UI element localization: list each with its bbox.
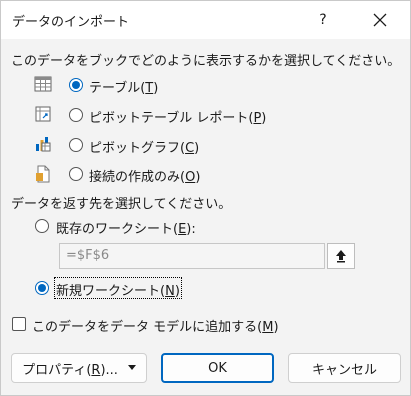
dialog-title: データのインポート: [12, 15, 130, 30]
import-data-dialog: データのインポート ? このデータをブックでどのように表示するかを選択してくださ…: [0, 0, 411, 396]
properties-label: プロパティ(R)...: [22, 362, 118, 378]
cell-reference-input[interactable]: =$F$6: [59, 243, 325, 269]
cancel-button[interactable]: キャンセル: [288, 353, 401, 383]
dialog-body: このデータをブックでどのように表示するかを選択してください。 テーブル(T) ピ…: [1, 39, 410, 395]
pivottable-icon: [35, 106, 51, 122]
view-pivottable-label[interactable]: ピボットテーブル レポート(P): [89, 107, 266, 126]
close-icon: [373, 13, 387, 27]
view-pivotchart-label[interactable]: ピボットグラフ(C): [89, 137, 199, 156]
view-connection-only-radio[interactable]: [69, 167, 83, 181]
help-button[interactable]: ?: [301, 1, 345, 39]
pivotchart-icon: [36, 137, 51, 152]
existing-worksheet-label[interactable]: 既存のワークシート(E):: [56, 218, 196, 237]
close-button[interactable]: [357, 1, 403, 39]
connection-only-icon: [36, 165, 50, 183]
title-bar: データのインポート ?: [1, 1, 410, 39]
add-to-data-model-label[interactable]: このデータをデータ モデルに追加する(M): [32, 316, 279, 335]
view-pivotchart-radio[interactable]: [69, 138, 83, 152]
view-pivottable-radio[interactable]: [69, 108, 83, 122]
view-connection-only-label[interactable]: 接続の作成のみ(O): [89, 166, 200, 185]
dropdown-arrow-icon: [127, 365, 136, 370]
ok-button[interactable]: OK: [161, 353, 274, 383]
new-worksheet-radio[interactable]: [35, 281, 49, 295]
view-table-radio[interactable]: [69, 78, 83, 92]
help-icon: ?: [319, 12, 327, 28]
view-prompt-label: このデータをブックでどのように表示するかを選択してください。: [11, 54, 401, 69]
new-worksheet-label[interactable]: 新規ワークシート(N): [56, 280, 180, 299]
add-to-data-model-checkbox[interactable]: [12, 317, 26, 331]
view-table-label[interactable]: テーブル(T): [89, 77, 158, 96]
table-icon: [34, 76, 52, 92]
existing-worksheet-radio[interactable]: [35, 219, 49, 233]
destination-prompt-label: データを返す先を選択してください。: [11, 197, 232, 212]
collapse-dialog-icon: [336, 250, 346, 263]
properties-button[interactable]: プロパティ(R)...: [11, 353, 147, 383]
collapse-dialog-button[interactable]: [327, 243, 355, 269]
